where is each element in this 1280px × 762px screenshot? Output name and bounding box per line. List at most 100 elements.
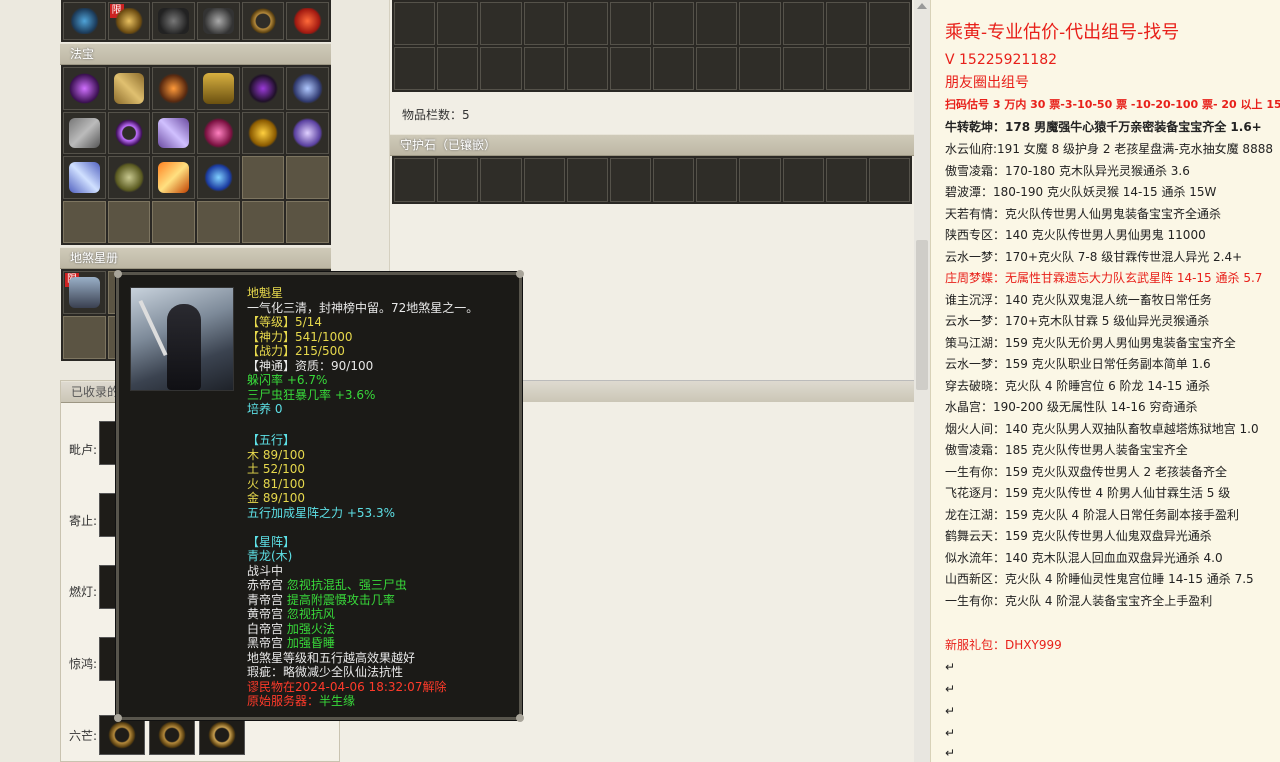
- disha-slot[interactable]: 限: [63, 271, 106, 314]
- storage-slot[interactable]: [653, 47, 695, 90]
- right-contact: V 15225921182: [945, 52, 1058, 68]
- storage-slot[interactable]: [653, 2, 695, 45]
- storage-slot[interactable]: [394, 2, 436, 45]
- collected-item[interactable]: [149, 715, 195, 755]
- storage-slot[interactable]: [437, 47, 479, 90]
- storage-slot[interactable]: [437, 2, 479, 45]
- storage-slot[interactable]: [696, 47, 738, 90]
- star-name: 青龙(木): [247, 549, 293, 563]
- fabao-slot[interactable]: [286, 111, 329, 154]
- storage-slot[interactable]: [868, 2, 910, 45]
- guardian-slot[interactable]: [868, 158, 910, 202]
- guardian-slot[interactable]: [394, 158, 436, 202]
- scrollbar-thumb[interactable]: [916, 240, 928, 390]
- storage-slot[interactable]: [825, 47, 867, 90]
- fabao-slot[interactable]: [241, 111, 285, 154]
- fabao-slot[interactable]: [152, 67, 195, 110]
- storage-slot[interactable]: [480, 47, 522, 90]
- guardian-slot[interactable]: [437, 158, 479, 202]
- fabao-slot[interactable]: [197, 67, 240, 110]
- guardian-slot[interactable]: [480, 158, 522, 202]
- fabao-slot[interactable]: [241, 67, 285, 110]
- storage-slot[interactable]: [696, 2, 738, 45]
- tooltip-power: 【神力】541/1000: [247, 329, 353, 344]
- item-tooltip: 地魁星 一气化三清，封神榜中留。72地煞星之一。 【等级】5/14 【神力】54…: [114, 270, 524, 722]
- fabao-slot-empty[interactable]: [286, 156, 329, 199]
- palace-effect: 加强火法: [286, 621, 335, 636]
- storage-slot[interactable]: [566, 47, 608, 90]
- fabao-slot[interactable]: [63, 67, 106, 110]
- fabao-slot-empty[interactable]: [286, 200, 329, 243]
- fabao-slot[interactable]: [152, 156, 195, 199]
- fabao-slot-empty[interactable]: [197, 200, 240, 243]
- storage-slot[interactable]: [825, 2, 867, 45]
- fabao-slot[interactable]: [107, 67, 151, 110]
- tooltip-server: 原始服务器：半生缘: [247, 694, 519, 709]
- storage-slot[interactable]: [566, 2, 608, 45]
- listing-12: 穿去破晓：克火队 4 阶睡宫位 6 阶龙 14-15 通杀: [945, 379, 1211, 393]
- tooltip-dodge: 躲闪率 +6.7%: [247, 373, 328, 387]
- palace-name: 白帝宫: [247, 621, 284, 636]
- fabao-slot[interactable]: [152, 111, 195, 154]
- gift-code: 新服礼包：DHXY999: [945, 638, 1062, 652]
- fabao-grid: [61, 65, 331, 245]
- tooltip-note: 地煞星等级和五行越高效果越好: [247, 650, 416, 665]
- fabao-slot[interactable]: [63, 156, 106, 199]
- item-slot[interactable]: [152, 2, 195, 40]
- fabao-slot[interactable]: [286, 67, 329, 110]
- storage-slot[interactable]: [868, 47, 910, 90]
- listing-13: 水晶宫：190-200 级无属性队 14-16 穷奇通杀: [945, 400, 1198, 414]
- listing-6: 云水一梦：170+克火队 7-8 级甘霖传世混人异光 2.4+: [945, 250, 1243, 264]
- fabao-slot[interactable]: [197, 156, 240, 199]
- storage-slot[interactable]: [609, 47, 651, 90]
- row-label-jinghong: 惊鸿:: [69, 657, 98, 671]
- guardian-slot[interactable]: [609, 158, 651, 202]
- listing-7: 庄周梦蝶：无属性甘霖遗忘大力队玄武星阵 14-15 通杀 5.7: [945, 271, 1263, 285]
- palace-name: 黑帝宫: [247, 636, 284, 650]
- item-slot[interactable]: [241, 2, 285, 40]
- fabao-slot-empty[interactable]: [241, 156, 285, 199]
- palace-effect: 加强昏睡: [286, 636, 335, 650]
- storage-slot[interactable]: [782, 47, 824, 90]
- storage-slot[interactable]: [609, 2, 651, 45]
- item-slot[interactable]: [63, 2, 106, 40]
- storage-slot[interactable]: [394, 47, 436, 90]
- fabao-slot-empty[interactable]: [241, 200, 285, 243]
- listing-9: 云水一梦：170+克木队甘霖 5 级仙异光灵猴通杀: [945, 314, 1210, 328]
- guardian-slot[interactable]: [566, 158, 608, 202]
- disha-slot-empty[interactable]: [63, 316, 106, 359]
- guardian-slot[interactable]: [523, 158, 565, 202]
- guardian-slot[interactable]: [739, 158, 781, 202]
- fabao-slot-empty[interactable]: [63, 200, 106, 243]
- fabao-slot-empty[interactable]: [107, 200, 151, 243]
- fabao-slot[interactable]: [197, 111, 240, 154]
- fabao-slot[interactable]: [63, 111, 106, 154]
- collected-item[interactable]: [99, 715, 145, 755]
- storage-slot[interactable]: [480, 2, 522, 45]
- listing-14: 烟火人间：140 克火队男人双抽队畜牧卓越塔炼狱地宫 1.0: [945, 422, 1259, 436]
- guardian-slot[interactable]: [782, 158, 824, 202]
- vertical-scrollbar[interactable]: [914, 0, 930, 762]
- guardian-section-header: 守护石（已镶嵌）: [390, 134, 914, 156]
- scroll-up-arrow-icon[interactable]: [917, 3, 927, 9]
- fabao-slot[interactable]: [107, 156, 151, 199]
- storage-slot[interactable]: [782, 2, 824, 45]
- item-slot[interactable]: [286, 2, 329, 40]
- row-label-jizhi: 寄止:: [69, 514, 98, 528]
- storage-slot[interactable]: [739, 47, 781, 90]
- fabao-slot[interactable]: [107, 111, 151, 154]
- fabao-slot-empty[interactable]: [152, 200, 195, 243]
- listing-2: 傲雪凌霜：170-180 克木队异光灵猴通杀 3.6: [945, 164, 1190, 178]
- collected-item[interactable]: [199, 715, 245, 755]
- storage-slot[interactable]: [523, 47, 565, 90]
- guardian-slot[interactable]: [653, 158, 695, 202]
- guardian-slot[interactable]: [696, 158, 738, 202]
- tooltip-level: 【等级】5/14: [247, 315, 322, 329]
- item-slot[interactable]: 限: [107, 2, 151, 40]
- listing-5: 陕西专区：140 克火队传世男人男仙男鬼 11000: [945, 228, 1206, 242]
- listing-21: 山西新区：克火队 4 阶睡仙灵性鬼宫位睡 14-15 通杀 7.5: [945, 572, 1254, 586]
- storage-slot[interactable]: [739, 2, 781, 45]
- guardian-slot[interactable]: [825, 158, 867, 202]
- item-slot[interactable]: [197, 2, 240, 40]
- storage-slot[interactable]: [523, 2, 565, 45]
